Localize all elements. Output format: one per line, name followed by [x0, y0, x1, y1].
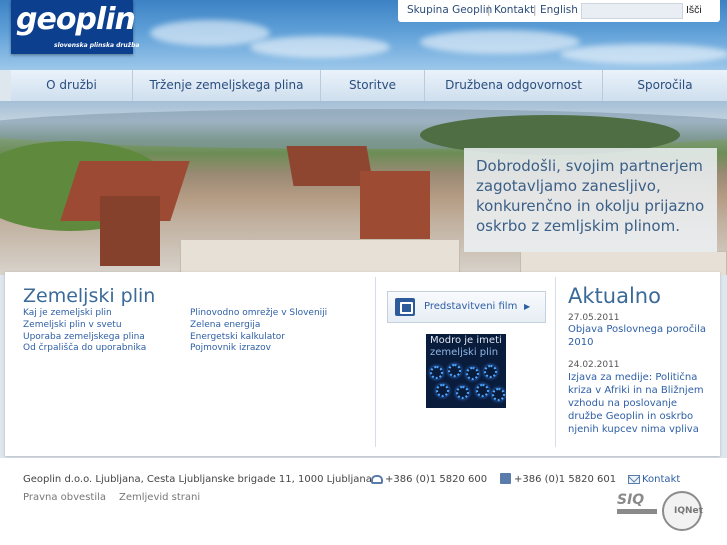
banner-line-2: zemeljski plin — [430, 347, 499, 358]
promo-banner[interactable]: Modro je imeti zemeljski plin — [426, 334, 506, 408]
news-date: 24.02.2011 — [568, 360, 620, 370]
legal-link[interactable]: Pravna obvestila — [23, 492, 106, 503]
film-icon — [395, 298, 415, 316]
news-title: Aktualno — [568, 284, 661, 308]
footer-fax: +386 (0)1 5820 601 — [514, 474, 617, 485]
nav-item-trzenje[interactable]: Trženje zemeljskega plina — [133, 70, 321, 101]
english-link[interactable]: English — [540, 4, 578, 16]
gas-link[interactable]: Pojmovnik izrazov — [190, 343, 327, 355]
iqnet-cert-text: IQNet — [674, 506, 703, 516]
mail-icon — [628, 475, 640, 484]
column-divider — [555, 277, 556, 447]
gas-links-left: Kaj je zemeljski plin Zemeljski plin v s… — [23, 308, 146, 355]
nav-item-sporocila[interactable]: Sporočila — [603, 70, 727, 101]
nav-item-o-druzbi[interactable]: O družbi — [11, 70, 133, 101]
footer-address: Geoplin d.o.o. Ljubljana, Cesta Ljubljan… — [23, 474, 372, 485]
geoplin-logo[interactable]: geoplin slovenska plinska družba — [11, 0, 139, 54]
nav-item-druzbena-odgovornost[interactable]: Družbena odgovornost — [425, 70, 603, 101]
group-link[interactable]: Skupina Geoplin — [407, 4, 492, 16]
sq-cert-text: SIQ — [617, 492, 645, 508]
intro-film-button[interactable]: Predstavitveni film ▶ — [387, 291, 546, 323]
footer-contact-link[interactable]: Kontakt — [642, 474, 680, 485]
footer-phone: +386 (0)1 5820 600 — [385, 474, 488, 485]
search-input[interactable] — [581, 3, 683, 19]
sitemap-link[interactable]: Zemljevid strani — [119, 492, 200, 503]
footer: Geoplin d.o.o. Ljubljana, Cesta Ljubljan… — [0, 458, 727, 545]
natural-gas-title: Zemeljski plin — [23, 285, 156, 307]
news-date: 27.05.2011 — [568, 313, 620, 323]
gas-link[interactable]: Plinovodno omrežje v Sloveniji — [190, 308, 327, 320]
banner-line-1: Modro je imeti — [430, 335, 502, 346]
news-link[interactable]: Objava Poslovnega poročila 2010 — [568, 323, 708, 349]
gas-link[interactable]: Uporaba zemeljskega plina — [23, 332, 146, 344]
nav-item-storitve[interactable]: Storitve — [321, 70, 425, 101]
contact-link[interactable]: Kontakt — [494, 4, 534, 16]
welcome-text: Dobrodošli, svojim partnerjem zagotavlja… — [476, 157, 705, 235]
main-nav: O družbi Trženje zemeljskega plina Stori… — [11, 70, 727, 101]
gas-link[interactable]: Energetski kalkulator — [190, 332, 327, 344]
logo-tagline: slovenska plinska družba — [54, 42, 140, 49]
film-label: Predstavitveni film — [424, 301, 518, 312]
iqnet-certificate-logo: IQNet — [662, 491, 703, 531]
column-divider — [375, 277, 376, 447]
logo-text: geoplin — [16, 2, 136, 37]
gas-link[interactable]: Zemeljski plin v svetu — [23, 320, 146, 332]
search-button[interactable]: Išči — [686, 4, 702, 16]
play-arrow-icon: ▶ — [524, 302, 531, 311]
gas-link[interactable]: Kaj je zemeljski plin — [23, 308, 146, 320]
gas-link[interactable]: Zelena energija — [190, 320, 327, 332]
phone-icon — [371, 475, 383, 484]
news-link[interactable]: Izjava za medije: Politična kriza v Afri… — [568, 371, 708, 436]
sq-certificate-logo: SIQ — [617, 492, 657, 521]
content-panel: Zemeljski plin Kaj je zemeljski plin Zem… — [5, 272, 720, 456]
gas-links-right: Plinovodno omrežje v Sloveniji Zelena en… — [190, 308, 327, 355]
top-utility-bar: Skupina Geoplin | Kontakt | English Išči — [398, 0, 720, 22]
gas-link[interactable]: Od črpališča do uporabnika — [23, 343, 146, 355]
welcome-box: Dobrodošli, svojim partnerjem zagotavlja… — [464, 148, 717, 252]
fax-icon — [500, 473, 511, 484]
